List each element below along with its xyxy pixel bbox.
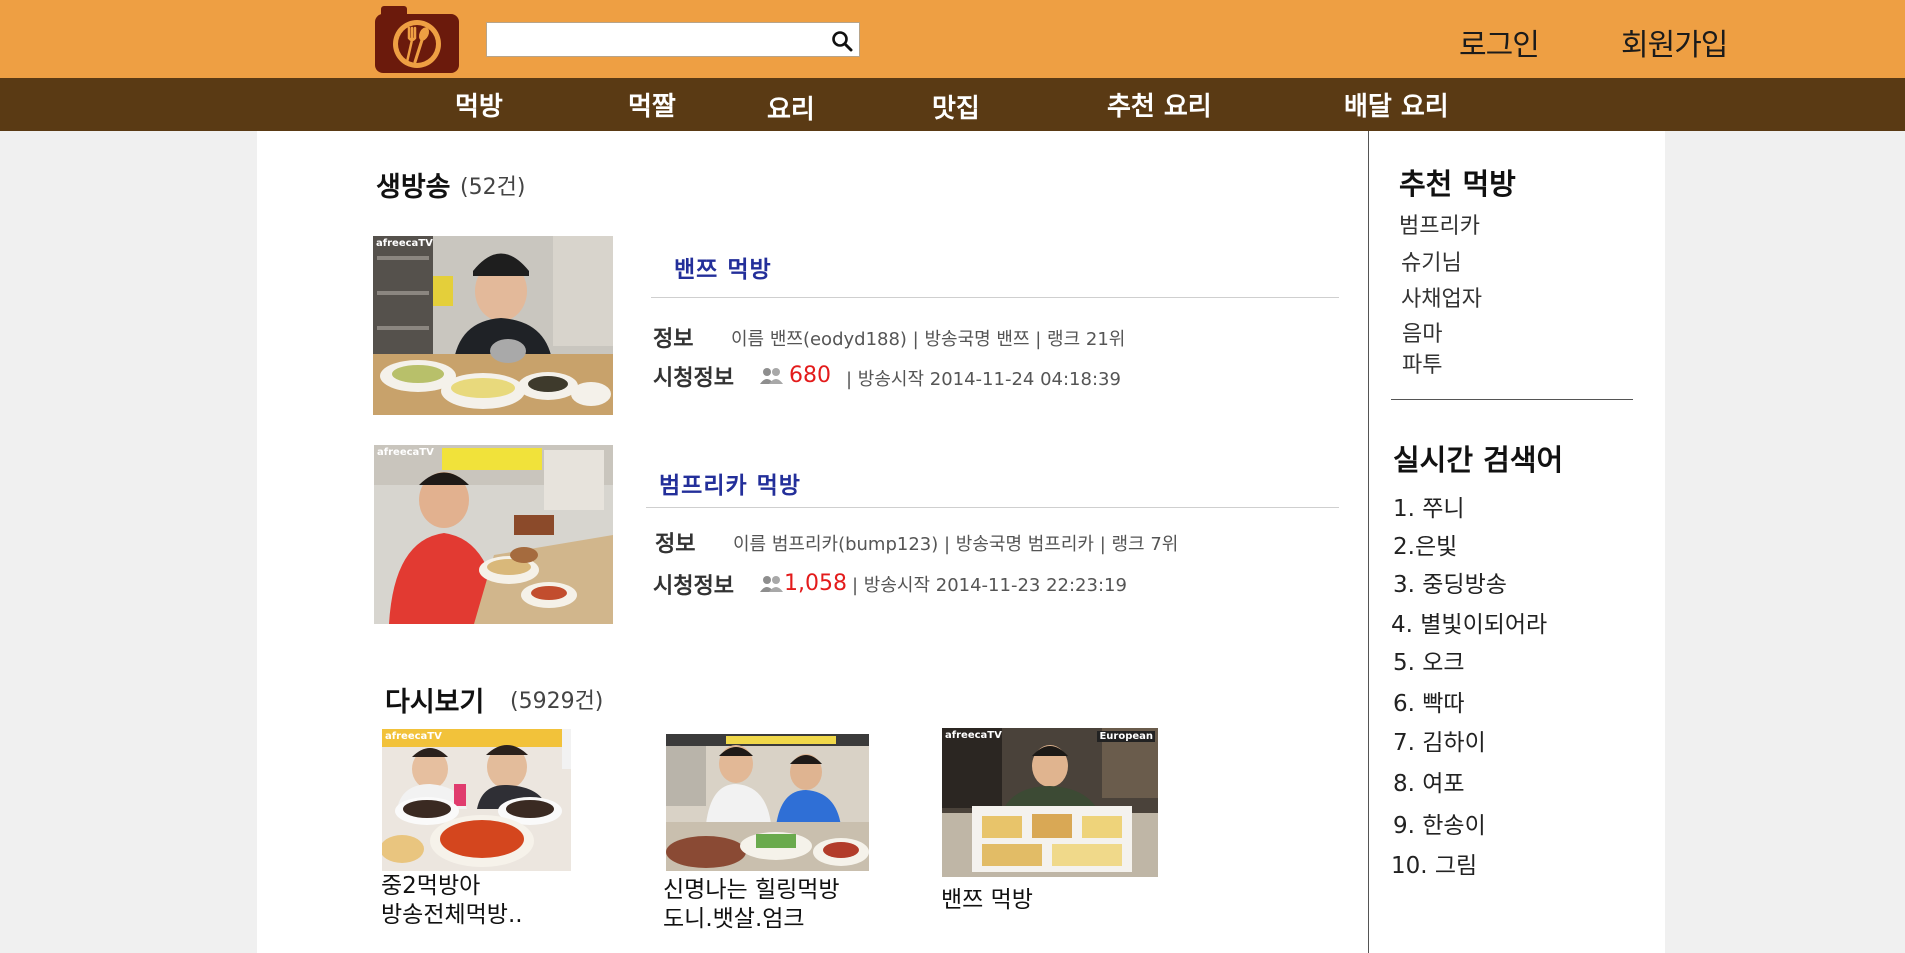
trending-item[interactable]: 4. 별빛이되어라 bbox=[1391, 605, 1547, 639]
stream-start-time: | 방송시작 2014-11-24 04:18:39 bbox=[846, 369, 1121, 390]
top-header: 로그인 회원가입 bbox=[0, 0, 1905, 78]
stream-thumbnail[interactable]: afreecaTV bbox=[373, 236, 613, 415]
search-box bbox=[486, 22, 860, 57]
stream-title-link[interactable]: 밴쯔 먹방 bbox=[674, 250, 772, 284]
divider bbox=[646, 507, 1339, 508]
sidebar-divider-line bbox=[1391, 399, 1633, 400]
stream-info-text: 이름 범프리카(bump123) | 방송국명 범프리카 | 랭크 7위 bbox=[733, 534, 1179, 555]
recommend-item[interactable]: 범프리카 bbox=[1399, 208, 1480, 240]
viewers-icon bbox=[759, 367, 785, 385]
trending-item[interactable]: 2.은빛 bbox=[1393, 527, 1457, 561]
viewer-count: 1,058 bbox=[784, 571, 847, 596]
stream-title-link[interactable]: 범프리카 먹방 bbox=[659, 466, 801, 500]
replay-thumbnail[interactable]: afreecaTV European bbox=[942, 728, 1158, 877]
watch-info-label: 시청정보 bbox=[653, 574, 734, 599]
replay-caption-line: 신명나는 힐링먹방 bbox=[663, 877, 840, 903]
nav-item-cooking[interactable]: 요리 bbox=[767, 89, 815, 126]
recommend-item[interactable]: 음마 bbox=[1402, 316, 1442, 348]
search-input[interactable] bbox=[487, 23, 833, 56]
replay-caption[interactable]: 중2먹방아 방송전체먹방.. bbox=[381, 872, 523, 930]
live-section-count: (52건) bbox=[460, 175, 526, 200]
viewer-count: 680 bbox=[789, 363, 831, 388]
live-section-title: 생방송 bbox=[376, 172, 451, 203]
nav-item-restaurants[interactable]: 맛집 bbox=[932, 88, 980, 125]
replay-caption[interactable]: 신명나는 힐링먹방 도니.뱃살.엄크 bbox=[663, 876, 840, 934]
nav-item-delivery-food[interactable]: 배달 요리 bbox=[1344, 86, 1449, 123]
sidebar-divider bbox=[1368, 131, 1369, 953]
recommend-title: 추천 먹방 bbox=[1399, 167, 1516, 201]
nav-item-recommended-recipes[interactable]: 추천 요리 bbox=[1107, 86, 1212, 123]
replay-section-count: (5929건) bbox=[510, 689, 604, 714]
afreeca-logo: afreecaTV bbox=[377, 447, 434, 458]
trending-title: 실시간 검색어 bbox=[1393, 443, 1564, 477]
afreeca-logo: afreecaTV bbox=[385, 731, 442, 742]
replay-caption-line: 도니.뱃살.엄크 bbox=[663, 906, 805, 932]
nav-item-mukjjal[interactable]: 먹짤 bbox=[628, 86, 676, 123]
viewers-icon bbox=[759, 575, 785, 593]
afreeca-logo: afreecaTV bbox=[376, 238, 433, 249]
watch-info-label: 시청정보 bbox=[653, 366, 734, 391]
trending-item[interactable]: 6. 빡따 bbox=[1393, 684, 1465, 718]
camera-logo-icon[interactable] bbox=[371, 2, 463, 75]
signup-link[interactable]: 회원가입 bbox=[1621, 20, 1728, 64]
stream-thumbnail[interactable]: afreecaTV bbox=[374, 445, 613, 624]
stream-info-text: 이름 밴쯔(eodyd188) | 방송국명 밴쯔 | 랭크 21위 bbox=[731, 329, 1126, 350]
recommend-item[interactable]: 사채업자 bbox=[1401, 281, 1482, 313]
recommend-item[interactable]: 슈기님 bbox=[1401, 245, 1462, 277]
replay-section-title: 다시보기 bbox=[385, 687, 485, 718]
stream-start-time: | 방송시작 2014-11-23 22:23:19 bbox=[852, 575, 1127, 596]
european-badge: European bbox=[1097, 731, 1155, 742]
replay-thumbnail[interactable]: afreecaTV bbox=[382, 729, 571, 871]
main-nav: 먹방 먹짤 요리 맛집 추천 요리 배달 요리 bbox=[0, 78, 1905, 131]
trending-item[interactable]: 10. 그림 bbox=[1391, 846, 1477, 880]
replay-caption-line: 밴쯔 먹방 bbox=[941, 887, 1033, 913]
trending-item[interactable]: 7. 김하이 bbox=[1393, 723, 1486, 757]
trending-item[interactable]: 3. 중딩방송 bbox=[1393, 565, 1507, 599]
replay-caption[interactable]: 밴쯔 먹방 bbox=[941, 886, 1033, 915]
recommend-item[interactable]: 파투 bbox=[1402, 347, 1442, 379]
info-label: 정보 bbox=[655, 532, 696, 557]
replay-thumbnail[interactable] bbox=[666, 734, 869, 871]
search-icon[interactable] bbox=[831, 30, 853, 52]
trending-item[interactable]: 9. 한송이 bbox=[1393, 806, 1486, 840]
replay-caption-line: 중2먹방아 bbox=[381, 873, 481, 899]
trending-item[interactable]: 8. 여포 bbox=[1393, 764, 1465, 798]
trending-item[interactable]: 1. 쭈니 bbox=[1393, 489, 1465, 523]
nav-item-mukbang[interactable]: 먹방 bbox=[455, 86, 503, 123]
login-link[interactable]: 로그인 bbox=[1459, 20, 1540, 64]
info-label: 정보 bbox=[653, 327, 694, 352]
replay-caption-line: 방송전체먹방.. bbox=[381, 902, 523, 928]
trending-item[interactable]: 5. 오크 bbox=[1393, 643, 1465, 677]
divider bbox=[651, 297, 1339, 298]
afreeca-logo: afreecaTV bbox=[945, 730, 1002, 741]
